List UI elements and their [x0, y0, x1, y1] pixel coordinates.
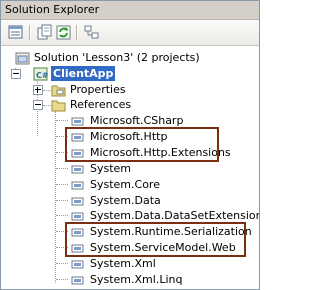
- tree-line: [56, 200, 68, 201]
- show-all-files-button[interactable]: [36, 24, 54, 41]
- reference-icon: [71, 181, 84, 190]
- solution-explorer-panel: Solution Explorer Solution 'Lesson3' (2 …: [0, 0, 260, 290]
- solution-label: Solution 'Lesson3' (2 projects): [34, 51, 200, 64]
- tree-item-reference[interactable]: System.Core: [1, 177, 259, 193]
- highlight-box-runtime: [65, 222, 246, 257]
- reference-icon: [71, 260, 84, 269]
- title-bar: Solution Explorer: [1, 1, 259, 20]
- references-folder-icon: [51, 100, 66, 112]
- tree-line: [56, 120, 68, 121]
- toolbar: [1, 20, 259, 46]
- references-label: References: [70, 98, 132, 111]
- reference-icon: [71, 165, 84, 174]
- toolbar-separator: [76, 25, 78, 40]
- reference-label: Microsoft.CSharp: [90, 114, 184, 127]
- tree-line: [56, 263, 68, 264]
- reference-label: System.Data.DataSetExtensions: [90, 209, 260, 222]
- tree-line: [56, 279, 68, 280]
- reference-label: System.Data: [90, 194, 161, 207]
- tree-line: [56, 168, 68, 169]
- tree-line: [56, 215, 68, 216]
- reference-icon: [71, 197, 84, 206]
- csharp-project-icon: C#: [33, 67, 49, 81]
- highlight-box-http: [65, 127, 219, 162]
- solution-tree: Solution 'Lesson3' (2 projects) C# Clien…: [1, 46, 259, 289]
- tree-item-reference[interactable]: System.Xml.Linq: [1, 272, 259, 288]
- reference-label: System.Xml.Linq: [90, 273, 183, 286]
- expand-icon[interactable]: [33, 85, 43, 95]
- tree-line: [56, 184, 68, 185]
- tree-item-solution[interactable]: Solution 'Lesson3' (2 projects): [1, 50, 259, 66]
- tree-item-references[interactable]: References: [1, 97, 259, 113]
- collapse-icon[interactable]: [33, 100, 43, 110]
- reference-icon: [71, 212, 84, 221]
- properties-button[interactable]: [7, 24, 25, 41]
- reference-label: System.Xml: [90, 257, 156, 270]
- window-title: Solution Explorer: [5, 3, 100, 16]
- view-class-diagram-button[interactable]: [83, 24, 101, 41]
- toolbar-separator: [29, 25, 31, 40]
- tree-item-project[interactable]: C# ClientApp: [1, 66, 259, 82]
- project-label: ClientApp: [51, 66, 116, 81]
- properties-icon: [8, 25, 23, 39]
- show-all-files-icon: [37, 24, 52, 40]
- reference-label: System: [90, 162, 132, 175]
- svg-text:C#: C#: [36, 71, 49, 80]
- refresh-button[interactable]: [55, 24, 73, 41]
- reference-icon: [71, 117, 84, 126]
- properties-folder-icon: [51, 85, 66, 97]
- reference-icon: [71, 276, 84, 285]
- refresh-icon: [56, 25, 71, 40]
- properties-label: Properties: [70, 83, 126, 96]
- tree-item-reference[interactable]: System.Xml: [1, 256, 259, 272]
- tree-item-reference[interactable]: System.Data: [1, 193, 259, 209]
- tree-item-reference[interactable]: System: [1, 161, 259, 177]
- collapse-icon[interactable]: [11, 69, 21, 79]
- solution-icon: [15, 52, 30, 65]
- reference-label: System.Core: [90, 178, 160, 191]
- tree-item-properties[interactable]: Properties: [1, 82, 259, 98]
- view-class-diagram-icon: [84, 25, 99, 39]
